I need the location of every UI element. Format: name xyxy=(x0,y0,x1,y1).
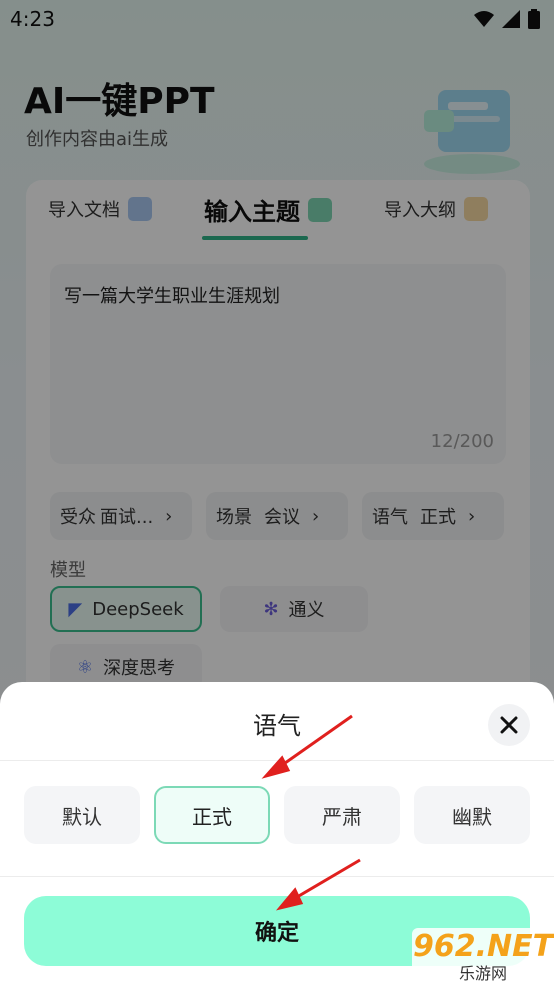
tone-option-serious[interactable]: 严肃 xyxy=(284,786,400,844)
tone-option-formal[interactable]: 正式 xyxy=(154,786,270,844)
site-watermark: 962.NET 乐游网 xyxy=(412,928,554,984)
tone-option-humorous[interactable]: 幽默 xyxy=(414,786,530,844)
close-button[interactable] xyxy=(488,704,530,746)
sheet-divider-top xyxy=(0,760,554,761)
sheet-divider-bottom xyxy=(0,876,554,877)
watermark-text: 乐游网 xyxy=(458,963,507,983)
watermark-logo: 962.NET xyxy=(412,928,554,964)
tone-option-default[interactable]: 默认 xyxy=(24,786,140,844)
close-icon xyxy=(500,716,518,734)
sheet-title: 语气 xyxy=(253,712,301,740)
